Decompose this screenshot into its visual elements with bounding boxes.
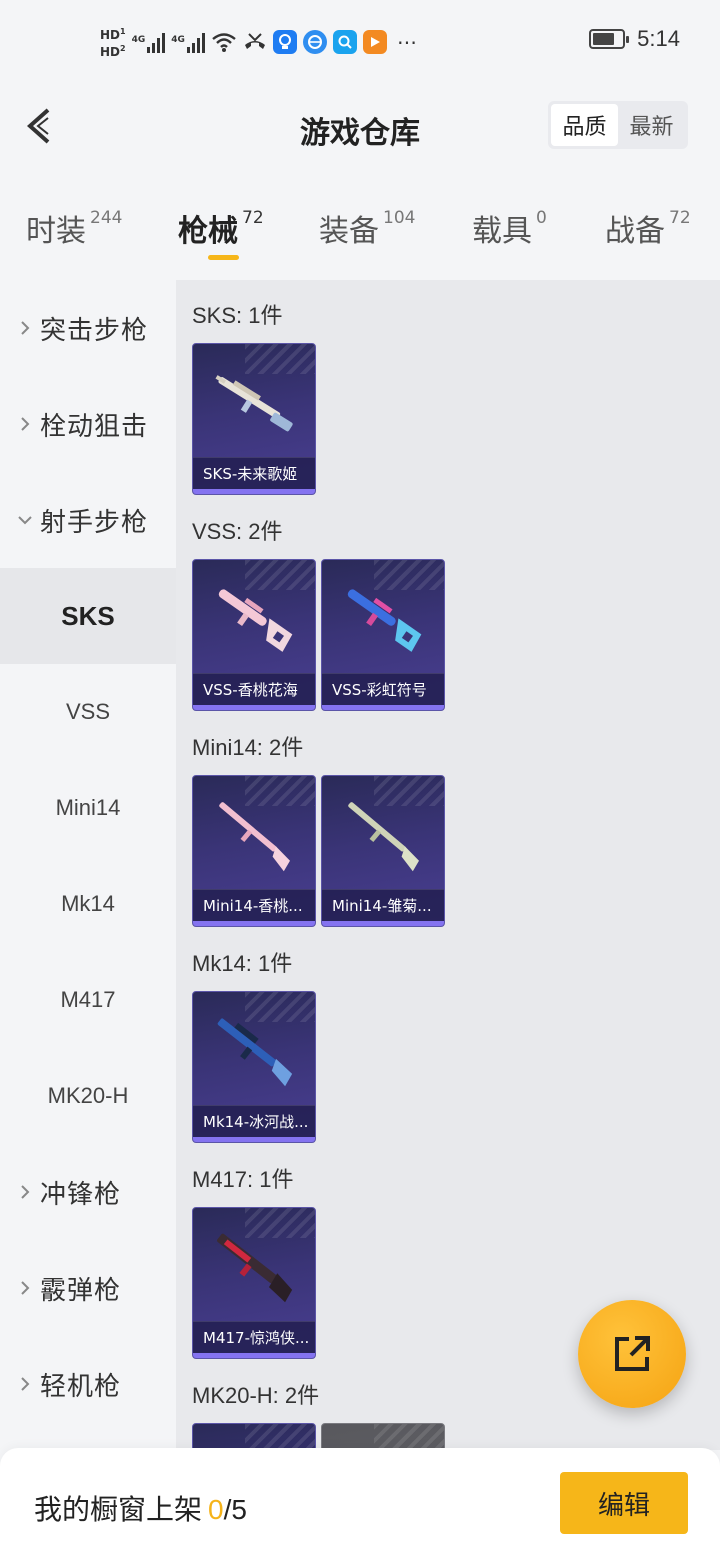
tab-equipment[interactable]: 装备 104 (319, 206, 415, 250)
showcase-status: 我的橱窗上架 0 / 5 (34, 1493, 247, 1526)
sidebar-item-mk14[interactable]: Mk14 (0, 856, 176, 952)
sort-option-quality[interactable]: 品质 (551, 104, 618, 146)
video-app-icon (362, 30, 387, 54)
search-app-icon (332, 30, 357, 54)
rifle-icon (215, 375, 293, 432)
status-bar: HD1 HD2 4G 4G ⋯ 5:14 (0, 0, 720, 84)
sort-option-latest[interactable]: 最新 (618, 104, 685, 146)
chevron-down-icon (18, 516, 32, 525)
sidebar-item-mk20h[interactable]: MK20-H (0, 1048, 176, 1144)
tab-weapons[interactable]: 枪械 72 (178, 206, 264, 250)
sidebar-item-mini14[interactable]: Mini14 (0, 760, 176, 856)
sidebar-item-lmg[interactable]: 轻机枪 (0, 1336, 176, 1432)
share-icon (615, 1336, 650, 1371)
sidebar-item-m417[interactable]: M417 (0, 952, 176, 1048)
skin-card[interactable]: Mini14-香桃... (192, 775, 316, 927)
skin-card[interactable]: SKS-未来歌姬 (192, 343, 316, 495)
chevron-right-icon (21, 1281, 30, 1295)
chevron-right-icon (21, 1377, 30, 1391)
group-title-mini14: Mini14: 2件 (192, 735, 304, 760)
sidebar-item-assault-rifle[interactable]: 突击步枪 (0, 280, 176, 376)
battery-icon (589, 29, 630, 49)
skin-card[interactable] (321, 1423, 445, 1450)
tab-supplies[interactable]: 战备 72 (605, 206, 691, 250)
category-tabs: 时装 244 枪械 72 装备 104 载具 0 战备 72 (0, 200, 720, 270)
group-title-sks: SKS: 1件 (192, 303, 283, 328)
chevron-right-icon (21, 321, 30, 335)
skin-card[interactable]: VSS-彩虹符号 (321, 559, 445, 711)
weapon-list: SKS: 1件 SKS-未来歌姬 VSS: 2件 VSS-香桃花海 VSS-彩虹… (176, 280, 720, 1450)
sidebar-item-shotgun[interactable]: 霰弹枪 (0, 1240, 176, 1336)
skin-card[interactable]: Mini14-雏菊... (321, 775, 445, 927)
bottom-bar: 我的橱窗上架 0 / 5 编辑 (0, 1448, 720, 1560)
sidebar-item-sks[interactable]: SKS (0, 568, 176, 664)
sidebar-item-smg[interactable]: 冲锋枪 (0, 1144, 176, 1240)
tab-outfits[interactable]: 时装 244 (26, 206, 122, 250)
more-icon: ⋯ (396, 30, 418, 54)
sort-toggle: 品质 最新 (548, 101, 688, 149)
rifle-icon (217, 1018, 293, 1087)
tab-vehicles[interactable]: 载具 0 (472, 206, 547, 250)
sidebar-item-marksman-rifle[interactable]: 射手步枪 (0, 472, 176, 568)
signal-icon: 4G (171, 31, 205, 53)
chevron-right-icon (21, 1185, 30, 1199)
active-tab-indicator (208, 255, 239, 260)
rifle-icon (219, 802, 290, 872)
group-title-mk20h: MK20-H: 2件 (192, 1383, 320, 1408)
rifle-icon (217, 1233, 293, 1303)
sidebar-item-vss[interactable]: VSS (0, 664, 176, 760)
rifle-icon (347, 589, 422, 652)
share-button[interactable] (578, 1300, 686, 1408)
bulb-app-icon (272, 30, 297, 54)
clock: 5:14 (637, 26, 680, 51)
group-title-m417: M417: 1件 (192, 1167, 294, 1192)
skin-card[interactable]: M417-惊鸿侠... (192, 1207, 316, 1359)
hd-indicator: HD1 HD2 (100, 27, 126, 59)
weapon-type-sidebar: 突击步枪 栓动狙击 射手步枪 SKS VSS Mini14 Mk14 M417 … (0, 280, 176, 1450)
missed-call-icon (244, 33, 265, 49)
signal-icon: 4G (132, 31, 166, 53)
header: 游戏仓库 品质 最新 (0, 84, 720, 174)
browser-app-icon (302, 30, 327, 54)
skin-card[interactable]: VSS-香桃花海 (192, 559, 316, 711)
rifle-icon (218, 589, 293, 652)
group-title-mk14: Mk14: 1件 (192, 951, 293, 976)
group-title-vss: VSS: 2件 (192, 519, 283, 544)
skin-card[interactable]: Mk14-冰河战... (192, 991, 316, 1143)
edit-button[interactable]: 编辑 (560, 1472, 688, 1534)
wifi-icon (212, 33, 236, 52)
rifle-icon (348, 802, 419, 872)
chevron-right-icon (21, 417, 30, 431)
sidebar-item-bolt-sniper[interactable]: 栓动狙击 (0, 376, 176, 472)
skin-card[interactable] (192, 1423, 316, 1450)
